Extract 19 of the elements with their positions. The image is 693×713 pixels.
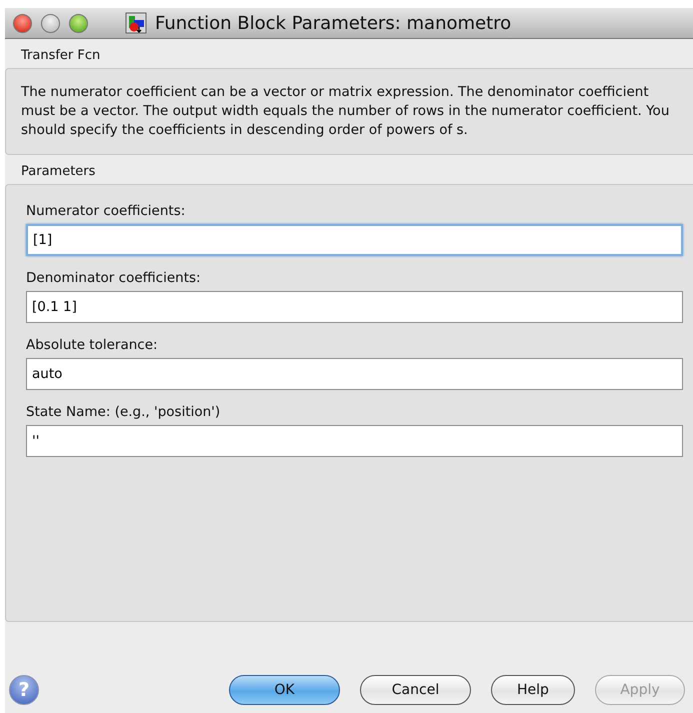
input-field[interactable]: auto [26,358,683,390]
field-label: Absolute tolerance: [26,337,159,353]
description-text: The numerator coefficient can be a vector or matrix expression. The denominator coefficient must be a vector. The output width equals the number of rows in the numerator coefficient. You should specify the coefficients in descending order of powers of s. [21,83,670,140]
dialog-button[interactable]: OK [229,675,340,705]
section-heading: Transfer Fcn [20,47,102,65]
dialog-button[interactable]: Cancel [360,675,471,705]
dialog-button[interactable]: Help [491,675,575,705]
minimize-button[interactable] [41,14,60,32]
section-heading: Parameters [20,163,96,181]
block-diagram-icon [125,12,147,34]
input-field[interactable]: [1] [26,224,683,256]
input-field[interactable]: '' [26,425,683,457]
input-field[interactable]: [0.1 1] [26,291,683,323]
zoom-button[interactable] [69,14,88,32]
field-label: State Name: (e.g., 'position') [26,404,222,420]
close-button[interactable] [13,14,32,32]
field-label: Denominator coefficients: [26,270,202,286]
window-title: Function Block Parameters: manometro [155,12,512,34]
field-label: Numerator coefficients: [26,203,186,219]
